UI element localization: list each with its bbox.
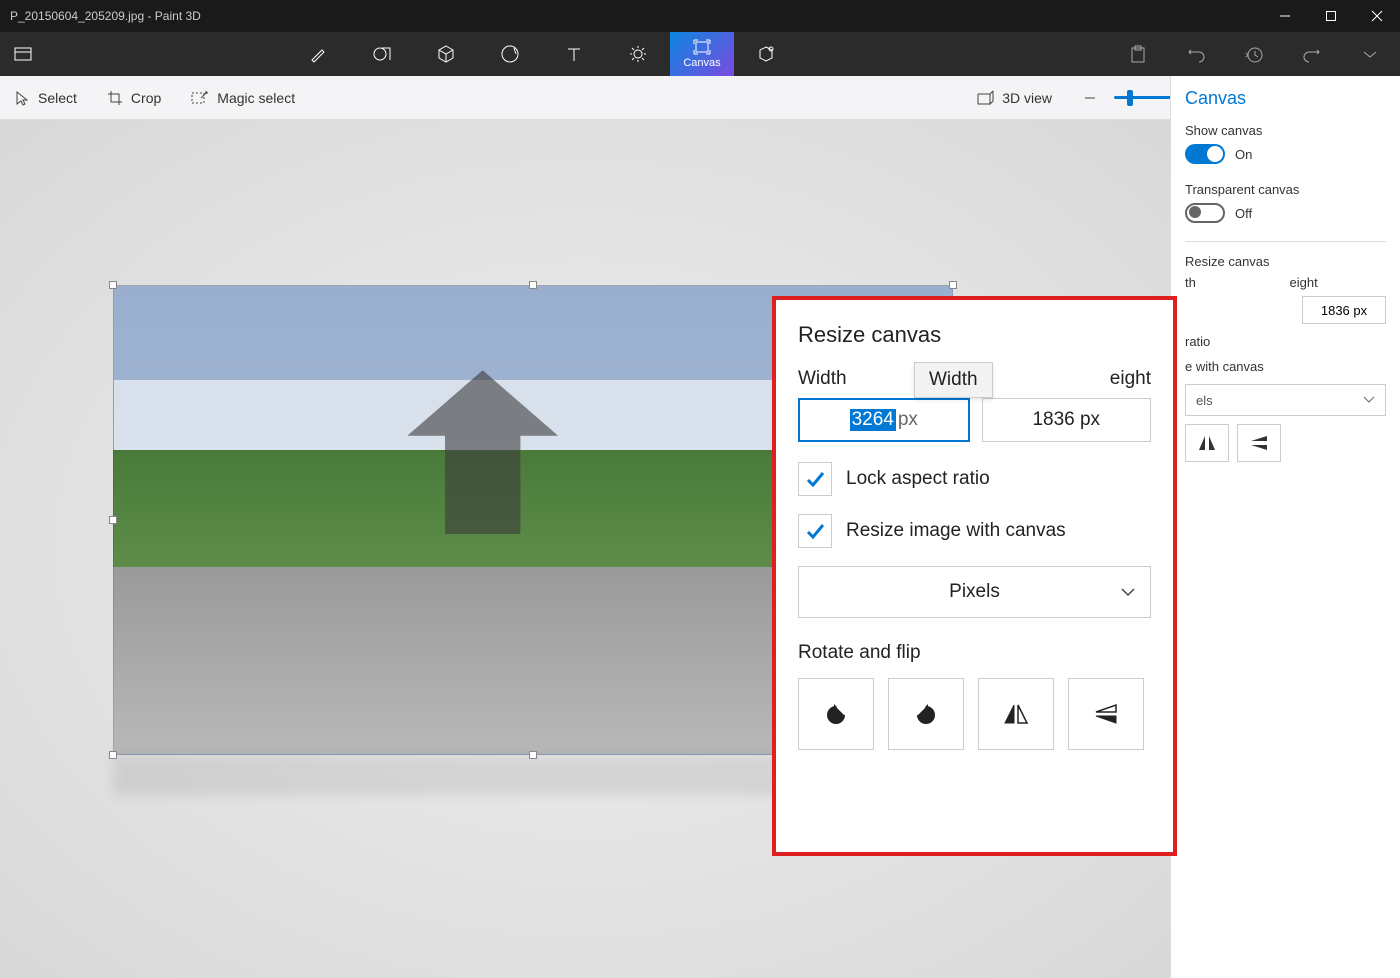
side-height-label: eight bbox=[1290, 275, 1318, 290]
show-canvas-label: Show canvas bbox=[1185, 123, 1386, 138]
history-button[interactable] bbox=[1234, 32, 1274, 76]
menu-button[interactable] bbox=[0, 32, 46, 76]
popup-title: Resize canvas bbox=[798, 322, 1151, 348]
transparent-canvas-label: Transparent canvas bbox=[1185, 182, 1386, 197]
rotate-flip-title: Rotate and flip bbox=[798, 642, 1151, 664]
transparent-canvas-toggle[interactable] bbox=[1185, 203, 1225, 223]
popup-height-label: eight bbox=[983, 368, 1152, 390]
side-flip-vertical-button[interactable] bbox=[1237, 424, 1281, 462]
undo-button[interactable] bbox=[1176, 32, 1216, 76]
units-select[interactable]: Pixels bbox=[798, 566, 1151, 618]
2d-shapes-tool[interactable] bbox=[350, 32, 414, 76]
stickers-tool[interactable] bbox=[478, 32, 542, 76]
main-toolbar: Canvas bbox=[0, 32, 1400, 76]
magic-select-label: Magic select bbox=[217, 90, 295, 106]
lock-aspect-label: Lock aspect ratio bbox=[846, 468, 990, 490]
canvas-tool[interactable]: Canvas bbox=[670, 32, 734, 76]
resize-handle-tc[interactable] bbox=[529, 281, 537, 289]
units-text: Pixels bbox=[949, 581, 1000, 603]
expand-button[interactable] bbox=[1350, 32, 1390, 76]
side-units-select[interactable]: els bbox=[1185, 384, 1386, 416]
resize-canvas-label: Resize canvas bbox=[1185, 254, 1386, 269]
side-units-text: els bbox=[1196, 393, 1213, 408]
chevron-down-icon bbox=[1120, 587, 1136, 597]
titlebar: P_20150604_205209.jpg - Paint 3D bbox=[0, 0, 1400, 32]
resize-canvas-popup: Resize canvas Width eight Width 3264px 1… bbox=[772, 296, 1177, 856]
select-button[interactable]: Select bbox=[8, 86, 83, 110]
text-tool[interactable] bbox=[542, 32, 606, 76]
resize-handle-bl[interactable] bbox=[109, 751, 117, 759]
height-input[interactable]: 1836 px bbox=[982, 398, 1152, 442]
rotate-left-button[interactable] bbox=[798, 678, 874, 750]
window-title: P_20150604_205209.jpg - Paint 3D bbox=[10, 9, 1262, 23]
show-canvas-state: On bbox=[1235, 147, 1252, 162]
transparent-canvas-state: Off bbox=[1235, 206, 1252, 221]
show-canvas-toggle[interactable] bbox=[1185, 144, 1225, 164]
width-value: 3264 bbox=[850, 409, 896, 431]
minimize-button[interactable] bbox=[1262, 0, 1308, 32]
resize-handle-ml[interactable] bbox=[109, 516, 117, 524]
side-width-label: th bbox=[1185, 275, 1196, 290]
3d-view-button[interactable]: 3D view bbox=[970, 86, 1058, 110]
side-height-input[interactable] bbox=[1302, 296, 1386, 324]
width-tooltip: Width bbox=[914, 362, 993, 398]
3d-shapes-tool[interactable] bbox=[414, 32, 478, 76]
select-label: Select bbox=[38, 90, 77, 106]
panel-title: Canvas bbox=[1185, 88, 1386, 109]
resize-image-label: Resize image with canvas bbox=[846, 520, 1066, 542]
height-value: 1836 px bbox=[1032, 409, 1100, 431]
width-input[interactable]: 3264px bbox=[798, 398, 970, 442]
resize-handle-bc[interactable] bbox=[529, 751, 537, 759]
resize-handle-tl[interactable] bbox=[109, 281, 117, 289]
3d-view-label: 3D view bbox=[1002, 90, 1052, 106]
width-unit: px bbox=[898, 409, 918, 431]
resize-handle-tr[interactable] bbox=[949, 281, 957, 289]
3d-library-tool[interactable] bbox=[734, 32, 798, 76]
close-button[interactable] bbox=[1354, 0, 1400, 32]
rotate-right-button[interactable] bbox=[888, 678, 964, 750]
side-withcanvas-hint: e with canvas bbox=[1185, 359, 1264, 374]
side-ratio-hint: ratio bbox=[1185, 334, 1210, 349]
maximize-button[interactable] bbox=[1308, 0, 1354, 32]
brushes-tool[interactable] bbox=[286, 32, 350, 76]
lock-aspect-checkbox[interactable] bbox=[798, 462, 832, 496]
crop-label: Crop bbox=[131, 90, 161, 106]
canvas-tool-label: Canvas bbox=[683, 57, 720, 69]
resize-image-checkbox[interactable] bbox=[798, 514, 832, 548]
flip-vertical-button[interactable] bbox=[1068, 678, 1144, 750]
flip-horizontal-button[interactable] bbox=[978, 678, 1054, 750]
crop-button[interactable]: Crop bbox=[101, 86, 167, 110]
redo-button[interactable] bbox=[1292, 32, 1332, 76]
chevron-down-icon bbox=[1363, 396, 1375, 404]
canvas-side-panel: Canvas Show canvas On Transparent canvas… bbox=[1170, 76, 1400, 978]
side-flip-horizontal-button[interactable] bbox=[1185, 424, 1229, 462]
effects-tool[interactable] bbox=[606, 32, 670, 76]
magic-select-button[interactable]: Magic select bbox=[185, 86, 301, 110]
paste-button[interactable] bbox=[1118, 32, 1158, 76]
zoom-out-button[interactable] bbox=[1076, 84, 1104, 112]
